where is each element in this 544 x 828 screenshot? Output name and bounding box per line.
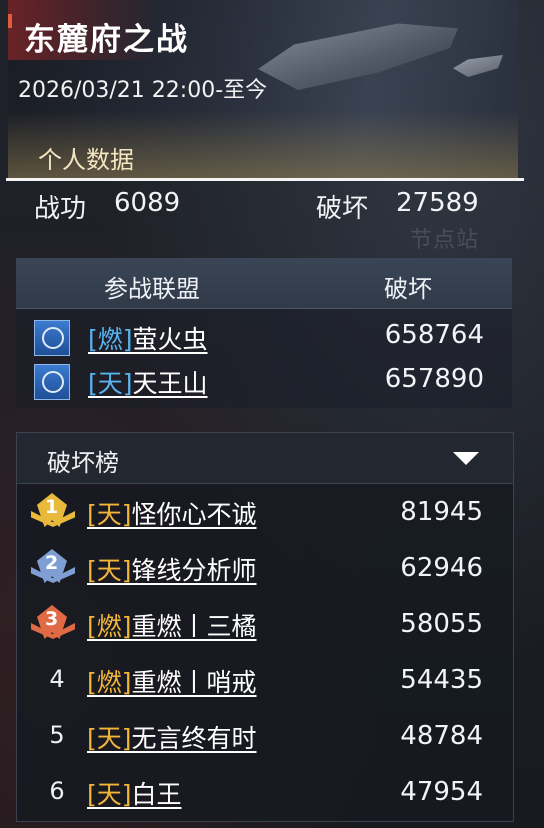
personal-data-label: 个人数据 <box>38 146 134 174</box>
alliance-name[interactable]: [燃]萤火虫 <box>88 320 208 356</box>
ranking-row[interactable]: 4 [燃]重燃丨哨戒 54435 <box>17 655 513 711</box>
alliance-destroy-value: 658764 <box>384 320 484 350</box>
small-ship-image <box>453 55 503 77</box>
player-destroy-value: 62946 <box>400 553 483 583</box>
alliance-name-text: 萤火虫 <box>132 325 208 354</box>
ranking-row[interactable]: 3 [燃]重燃丨三橘 58055 <box>17 599 513 655</box>
player-name-text: 重燃丨三橘 <box>131 612 257 641</box>
alliance-tag: [燃] <box>88 325 133 354</box>
player-name-text: 锋线分析师 <box>131 556 257 585</box>
player-destroy-value: 58055 <box>400 609 483 639</box>
player-name-text: 重燃丨哨戒 <box>131 668 257 697</box>
rank-number: 6 <box>49 777 65 805</box>
player-name[interactable]: [天]怪你心不诚 <box>87 495 257 531</box>
ranking-row[interactable]: 6 [天]白王 47954 <box>17 767 513 823</box>
alliance-row[interactable]: [天]天王山 657890 <box>16 360 512 404</box>
alliance-col-name: 参战联盟 <box>104 275 200 303</box>
silver-medal-icon: 2 <box>31 549 75 589</box>
alliance-emblem-icon <box>34 364 70 400</box>
destroy-label: 破坏 <box>316 194 369 224</box>
ranking-header[interactable]: 破坏榜 <box>17 433 513 484</box>
player-destroy-value: 54435 <box>400 665 483 695</box>
player-name[interactable]: [燃]重燃丨三橘 <box>87 607 257 643</box>
alliance-name-text: 天王山 <box>132 369 208 398</box>
player-name-text: 怪你心不诚 <box>131 500 257 529</box>
alliance-emblem-icon <box>34 320 70 356</box>
dropdown-arrow-icon[interactable] <box>453 452 479 465</box>
header-divider <box>6 178 524 181</box>
player-name[interactable]: [天]锋线分析师 <box>87 551 257 587</box>
player-tag: [天] <box>87 556 132 585</box>
player-destroy-value: 48784 <box>400 721 483 751</box>
battle-title: 东麓府之战 <box>24 22 189 58</box>
ranking-row[interactable]: 2 [天]锋线分析师 62946 <box>17 543 513 599</box>
personal-stats: 战功 6089 破坏 27589 <box>0 188 544 228</box>
title-accent-mark <box>8 14 12 28</box>
player-tag: [天] <box>87 500 132 529</box>
merit-value: 6089 <box>114 188 181 218</box>
player-tag: [天] <box>87 780 132 809</box>
bronze-medal-icon: 3 <box>31 605 75 645</box>
alliance-row[interactable]: [燃]萤火虫 658764 <box>16 316 512 360</box>
merit-label: 战功 <box>34 194 87 224</box>
ranking-row[interactable]: 1 [天]怪你心不诚 81945 <box>17 487 513 543</box>
alliance-tag: [天] <box>88 369 133 398</box>
player-name[interactable]: [天]白王 <box>87 775 182 811</box>
battleship-image <box>258 23 458 90</box>
rank-number: 4 <box>49 665 65 693</box>
player-destroy-value: 81945 <box>400 497 483 527</box>
alliance-table: 参战联盟 破坏 [燃]萤火虫 658764 [天]天王山 657890 <box>16 258 512 408</box>
rank-number: 5 <box>49 721 65 749</box>
player-name[interactable]: [燃]重燃丨哨戒 <box>87 663 257 699</box>
alliance-table-header: 参战联盟 破坏 <box>16 258 512 309</box>
player-tag: [燃] <box>87 612 132 641</box>
player-name-text: 白王 <box>131 780 182 809</box>
player-destroy-value: 47954 <box>400 777 483 807</box>
alliance-name[interactable]: [天]天王山 <box>88 364 208 400</box>
gold-medal-icon: 1 <box>31 493 75 533</box>
alliance-destroy-value: 657890 <box>384 364 484 394</box>
ranking-title: 破坏榜 <box>47 449 119 477</box>
player-tag: [天] <box>87 724 132 753</box>
alliance-col-destroy: 破坏 <box>384 275 432 303</box>
destroy-ranking-panel: 破坏榜 1 [天]怪你心不诚 81945 2 [天]锋线分析师 62946 3 <box>16 432 514 822</box>
ranking-row[interactable]: 5 [天]无言终有时 48784 <box>17 711 513 767</box>
player-tag: [燃] <box>87 668 132 697</box>
destroy-value: 27589 <box>396 188 479 218</box>
player-name[interactable]: [天]无言终有时 <box>87 719 257 755</box>
battle-datetime: 2026/03/21 22:00-至今 <box>18 78 268 103</box>
player-name-text: 无言终有时 <box>131 724 257 753</box>
